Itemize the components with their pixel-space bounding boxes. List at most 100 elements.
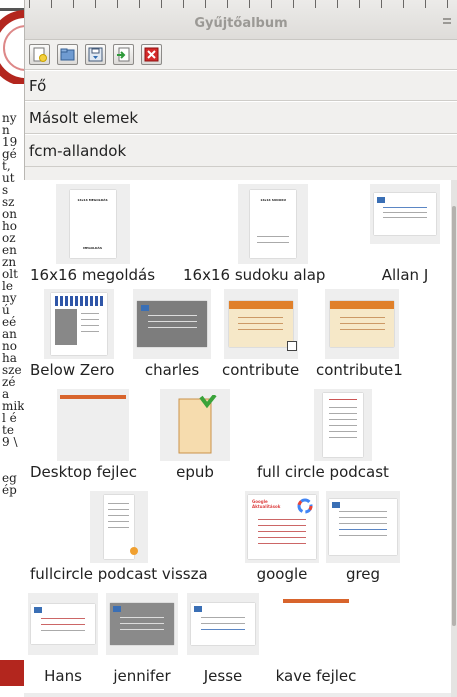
ruler-tick <box>95 0 96 8</box>
item-label: charles <box>144 361 200 379</box>
album-item-kave-fejlec[interactable]: kave fejlec <box>267 593 365 685</box>
document-preview <box>110 603 174 645</box>
document-preview <box>228 301 297 351</box>
item-label: fullcircle podcast vissza <box>30 565 208 583</box>
open-icon <box>60 48 75 61</box>
folder-fo[interactable]: Fő <box>25 70 457 101</box>
new-folder-button[interactable] <box>29 44 50 65</box>
delete-icon <box>144 47 159 62</box>
ruler-tick <box>51 0 52 8</box>
item-thumbnail <box>313 389 372 461</box>
toolbar <box>25 40 457 70</box>
background-text-column: ny n 19 gé t, ut s sz on ho oz en zn olt le ny ú eé an no ha… <box>0 112 24 496</box>
preview-heading: 16x16 SUDOKU <box>260 198 287 202</box>
album-item-contribute1[interactable]: contribute1 <box>316 289 403 379</box>
document-preview: 16x16 MEGOLDÁS MEGOLDÁS <box>69 190 116 258</box>
item-thumbnail <box>267 593 365 655</box>
ruler-tick <box>447 0 448 8</box>
document-preview <box>330 301 395 347</box>
album-item-desktop-fejlec[interactable]: Desktop fejlec <box>30 389 137 481</box>
item-label: jennifer <box>113 667 171 685</box>
background-text-fragment <box>2 448 24 460</box>
item-label: full circle podcast <box>257 463 389 481</box>
item-label: kave fejlec <box>275 667 357 685</box>
item-thumbnail <box>160 389 230 461</box>
background-logo-fragment <box>0 10 24 84</box>
ruler-tick <box>29 0 30 8</box>
item-thumbnail <box>106 593 178 655</box>
save-icon <box>88 47 103 62</box>
title-bar[interactable]: Gyűjtőalbum <box>25 0 457 40</box>
item-thumbnail <box>44 289 115 359</box>
ruler-tick <box>337 0 338 8</box>
album-item-charles[interactable]: charles <box>133 289 211 379</box>
save-button[interactable] <box>85 44 106 65</box>
ruler-tick <box>403 0 404 8</box>
preview-heading: 16x16 MEGOLDÁS <box>77 198 108 202</box>
item-label: Jesse <box>203 667 243 685</box>
new-folder-icon <box>33 47 47 62</box>
preview-footer: MEGOLDÁS <box>83 246 102 250</box>
document-preview <box>103 495 138 559</box>
background-text-fragment: ép <box>2 483 17 497</box>
album-item-full-circle-podcast[interactable]: full circle podcast <box>257 389 389 481</box>
album-item-hans[interactable]: Hans <box>28 593 98 685</box>
album-item-16x16-sudoku-alap[interactable]: 16x16 SUDOKU 16x16 sudoku alap <box>183 184 325 284</box>
album-item-below-zero[interactable]: Below Zero <box>30 289 114 379</box>
google-logo-icon <box>297 498 313 514</box>
folder-fo-label: Fő <box>29 76 47 95</box>
item-thumbnail <box>187 593 259 655</box>
item-label: google <box>256 565 308 583</box>
item-thumbnail <box>326 491 400 563</box>
album-item-greg[interactable]: greg <box>326 491 400 583</box>
window-title: Gyűjtőalbum <box>194 16 288 31</box>
album-item-fullcircle-podcast-vissza[interactable]: fullcircle podcast vissza <box>30 491 208 583</box>
ruler-tick <box>117 0 118 8</box>
banner-preview <box>60 395 127 399</box>
ruler-tick <box>205 0 206 8</box>
ruler-tick <box>315 0 316 8</box>
folder-fcm-allandok-label: fcm-allandok <box>29 141 127 160</box>
album-item-google[interactable]: Google Aktualitások google <box>245 491 319 583</box>
item-thumbnail <box>370 184 440 244</box>
ruler-tick <box>359 0 360 8</box>
background-red-band <box>0 660 24 686</box>
document-preview <box>191 603 255 645</box>
document-preview <box>51 293 108 355</box>
folder-fcm-allandok[interactable]: fcm-allandok <box>25 134 457 167</box>
item-thumbnail <box>325 289 400 359</box>
ruler-tick <box>381 0 382 8</box>
background-text-fragment: 9 \ <box>2 435 18 449</box>
ruler-tick <box>139 0 140 8</box>
album-item-allan-j[interactable]: Allan J <box>370 184 440 284</box>
album-item-16x16-megoldas[interactable]: 16x16 MEGOLDÁS MEGOLDÁS 16x16 megoldás <box>30 184 155 284</box>
item-thumbnail <box>57 389 130 461</box>
document-preview: Google Aktualitások <box>248 495 316 559</box>
album-item-jesse[interactable]: Jesse <box>187 593 259 685</box>
album-item-contribute[interactable]: contribute <box>222 289 299 379</box>
item-label: contribute1 <box>316 361 403 379</box>
document-preview <box>329 499 397 555</box>
folder-copied-items[interactable]: Másolt elemek <box>25 101 457 134</box>
item-thumbnail: 16x16 SUDOKU <box>238 184 309 264</box>
album-grid: 16x16 MEGOLDÁS MEGOLDÁS 16x16 megoldás 1… <box>24 180 457 697</box>
item-thumbnail <box>89 491 148 563</box>
album-item-jennifer[interactable]: jennifer <box>106 593 178 685</box>
item-label: epub <box>176 463 214 481</box>
delete-button[interactable] <box>141 44 162 65</box>
panel-menu-icon[interactable] <box>443 18 451 24</box>
item-thumbnail <box>28 593 98 655</box>
folder-copied-items-label: Másolt elemek <box>29 108 139 127</box>
item-label: Desktop fejlec <box>30 463 137 481</box>
album-scrollbar-thumb[interactable] <box>452 206 456 626</box>
item-label: Hans <box>44 667 82 685</box>
album-scrollbar[interactable] <box>451 180 457 697</box>
add-item-button[interactable] <box>113 44 134 65</box>
album-item-epub[interactable]: epub <box>160 389 230 481</box>
ruler-tick <box>425 0 426 8</box>
item-label: contribute <box>222 361 300 379</box>
add-item-icon <box>117 47 130 62</box>
ruler-tick <box>161 0 162 8</box>
item-thumbnail <box>223 289 298 359</box>
open-button[interactable] <box>57 44 78 65</box>
